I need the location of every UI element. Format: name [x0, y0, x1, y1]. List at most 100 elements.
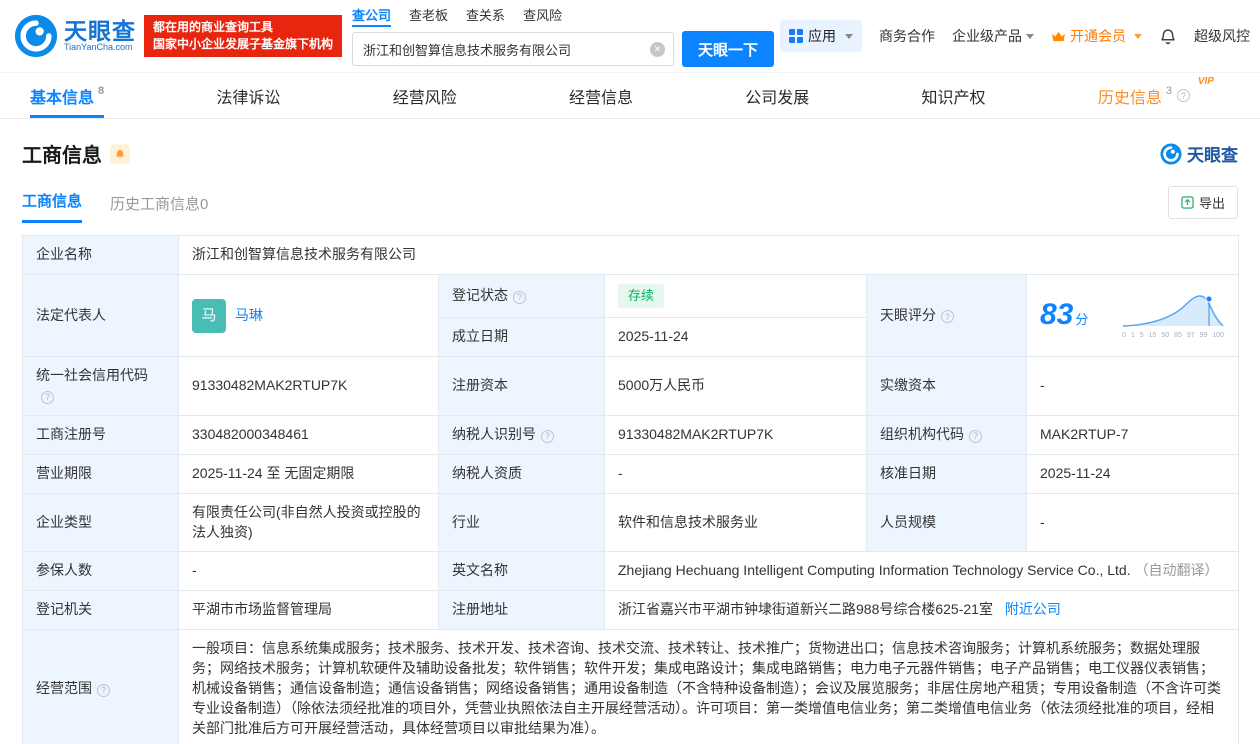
main-content: 工商信息 天眼查 工商信息 历史工商信息0 导出 企业名称 浙江和创智算信息技术…: [0, 119, 1260, 744]
apps-menu[interactable]: 应用: [780, 20, 862, 52]
business-info-table: 企业名称 浙江和创智算信息技术服务有限公司 法定代表人 马 马琳 登记状态? 存…: [22, 235, 1240, 744]
field-value-company-name: 浙江和创智算信息技术服务有限公司: [177, 235, 1240, 275]
chevron-down-icon: [845, 33, 853, 39]
score-distribution-chart: 0 1 5 15 50 85 97 99 100: [1121, 290, 1225, 341]
field-label-english-name: 英文名称: [438, 551, 605, 592]
slogan-line2: 国家中小企业发展子基金旗下机构: [153, 37, 334, 51]
field-value-reg-capital: 5000万人民币: [604, 356, 867, 416]
tab-label: 知识产权: [921, 89, 986, 107]
tab-operating-risk[interactable]: 经营风险: [393, 73, 457, 118]
field-value-credit-code: 91330482MAK2RTUP7K: [178, 356, 439, 416]
field-label-score: 天眼评分?: [866, 273, 1027, 358]
search-tab-boss[interactable]: 查老板: [409, 5, 448, 27]
nav-open-membership-label: 开通会员: [1070, 28, 1126, 44]
field-value-company-type: 有限责任公司(非自然人投资或控股的法人独资): [178, 492, 439, 553]
legal-rep-avatar[interactable]: 马: [192, 298, 226, 333]
field-label-text: 统一社会信用代码: [36, 367, 148, 384]
auto-translate-note: （自动翻译）: [1134, 562, 1219, 579]
field-label-company-name: 企业名称: [22, 235, 179, 275]
field-label-business-term: 营业期限: [22, 453, 179, 494]
help-icon[interactable]: ?: [97, 683, 110, 697]
tab-label: 经营风险: [392, 89, 457, 107]
search-tab-company[interactable]: 查公司: [352, 5, 392, 27]
field-value-taxpayer-quality: -: [604, 453, 867, 494]
tab-operating-info[interactable]: 经营信息: [569, 73, 633, 118]
company-section-tabs: 基本信息 8 法律诉讼 经营风险 经营信息 公司发展 知识产权 VIP 历史信息 3…: [0, 72, 1260, 119]
score-unit: 分: [1075, 312, 1089, 328]
search-tabs: 查公司 查老板 查关系 查风险: [352, 5, 774, 27]
tab-intellectual-property[interactable]: 知识产权: [922, 73, 986, 118]
field-value-taxpayer-id: 91330482MAK2RTUP7K: [604, 414, 867, 455]
field-value-reg-authority: 平湖市市场监督管理局: [178, 590, 439, 631]
field-label-reg-status: 登记状态?: [438, 273, 605, 319]
field-value-paid-capital: -: [1025, 356, 1240, 416]
subtab-history-business-info[interactable]: 历史工商信息0: [110, 193, 208, 223]
search-block: 查公司 查老板 查关系 查风险 ✕ 天眼一下: [352, 5, 775, 67]
help-icon[interactable]: ?: [941, 310, 954, 324]
legal-rep-name-link[interactable]: 马琳: [235, 306, 263, 326]
tab-company-development[interactable]: 公司发展: [745, 73, 809, 118]
nav-open-membership[interactable]: 开通会员: [1051, 26, 1142, 46]
english-name-text: Zhejiang Hechuang Intelligent Computing …: [618, 562, 1131, 579]
help-icon[interactable]: ?: [541, 429, 554, 443]
address-text: 浙江省嘉兴市平湖市钟埭街道新兴二路988号综合楼625-21室: [618, 601, 993, 618]
grid-icon: [789, 29, 803, 43]
logo-domain: TianYanCha.com: [64, 42, 133, 53]
subtab-row: 工商信息 历史工商信息0 导出: [22, 186, 1238, 223]
tab-basic-info[interactable]: 基本信息 8: [30, 73, 104, 118]
search-button[interactable]: 天眼一下: [682, 31, 775, 67]
tab-count: 8: [98, 84, 105, 97]
field-label-text: 经营范围: [36, 679, 92, 696]
field-value-staff-size: -: [1025, 492, 1240, 553]
field-label-reg-number: 工商注册号: [22, 414, 179, 455]
table-row: 企业名称 浙江和创智算信息技术服务有限公司: [22, 235, 1240, 275]
top-header: 天眼查 TianYanCha.com 都在用的商业查询工具 国家中小企业发展子基…: [0, 0, 1260, 72]
field-label-established: 成立日期: [438, 317, 605, 358]
nav-business-cooperation[interactable]: 商务合作: [879, 26, 935, 46]
search-tab-relation[interactable]: 查关系: [466, 5, 505, 27]
nearby-companies-link[interactable]: 附近公司: [1005, 601, 1061, 617]
score-chart-ticks: 0 1 5 15 50 85 97 99 100: [1122, 332, 1224, 340]
field-value-score: 83 分 0 1 5 15 50 85 97 99 100: [1025, 273, 1240, 358]
tianyancha-logo[interactable]: 天眼查 TianYanCha.com: [14, 14, 136, 58]
field-label-reg-authority: 登记机关: [22, 590, 179, 631]
section-title: 工商信息: [22, 145, 102, 167]
status-badge: 存续: [618, 283, 665, 309]
field-label-business-scope: 经营范围?: [22, 629, 179, 744]
table-row: 营业期限 2025-11-24 至 无固定期限 纳税人资质 - 核准日期 202…: [22, 453, 1240, 494]
field-label-reg-address: 注册地址: [438, 590, 605, 631]
nav-enterprise-products[interactable]: 企业级产品: [952, 26, 1034, 46]
nav-super-risk[interactable]: 超级风控: [1194, 26, 1250, 46]
field-value-business-term: 2025-11-24 至 无固定期限: [178, 453, 439, 494]
field-value-insured-count: -: [178, 551, 439, 592]
logo-text: 天眼查 TianYanCha.com: [64, 19, 136, 53]
export-icon: [1181, 196, 1194, 209]
tab-legal-proceedings[interactable]: 法律诉讼: [216, 73, 280, 118]
field-label-text: 登记状态: [452, 287, 508, 304]
help-icon[interactable]: ?: [41, 390, 54, 404]
help-icon[interactable]: ?: [513, 291, 526, 305]
tab-label: 法律诉讼: [216, 89, 281, 107]
field-label-reg-capital: 注册资本: [438, 356, 605, 416]
table-row: 统一社会信用代码? 91330482MAK2RTUP7K 注册资本 5000万人…: [22, 356, 1240, 416]
alert-bell-icon[interactable]: [110, 143, 130, 164]
tab-history-info[interactable]: VIP 历史信息 3 ?: [1098, 73, 1214, 118]
field-value-reg-address: 浙江省嘉兴市平湖市钟埭街道新兴二路988号综合楼625-21室 附近公司: [603, 590, 1240, 631]
notification-bell-icon[interactable]: [1159, 27, 1177, 45]
tab-label: 经营信息: [568, 89, 633, 107]
field-value-legal-rep: 马 马琳: [178, 273, 439, 358]
table-row: 登记机关 平湖市市场监督管理局 注册地址 浙江省嘉兴市平湖市钟埭街道新兴二路98…: [22, 590, 1240, 631]
field-label-insured-count: 参保人数: [22, 551, 179, 592]
search-tab-risk[interactable]: 查风险: [523, 5, 562, 27]
clear-search-icon[interactable]: ✕: [650, 41, 666, 57]
help-icon[interactable]: ?: [1176, 89, 1190, 102]
subtab-business-info[interactable]: 工商信息: [22, 190, 83, 223]
table-row: 企业类型 有限责任公司(非自然人投资或控股的法人独资) 行业 软件和信息技术服务…: [22, 492, 1240, 553]
help-icon[interactable]: ?: [969, 429, 982, 443]
search-input[interactable]: [353, 33, 674, 65]
field-value-established: 2025-11-24: [604, 317, 867, 358]
field-value-business-scope: 一般项目：信息系统集成服务；技术服务、技术开发、技术咨询、技术交流、技术转让、技…: [177, 629, 1240, 744]
export-button[interactable]: 导出: [1167, 186, 1238, 219]
field-label-company-type: 企业类型: [22, 492, 179, 553]
search-input-wrap: ✕: [352, 32, 675, 66]
